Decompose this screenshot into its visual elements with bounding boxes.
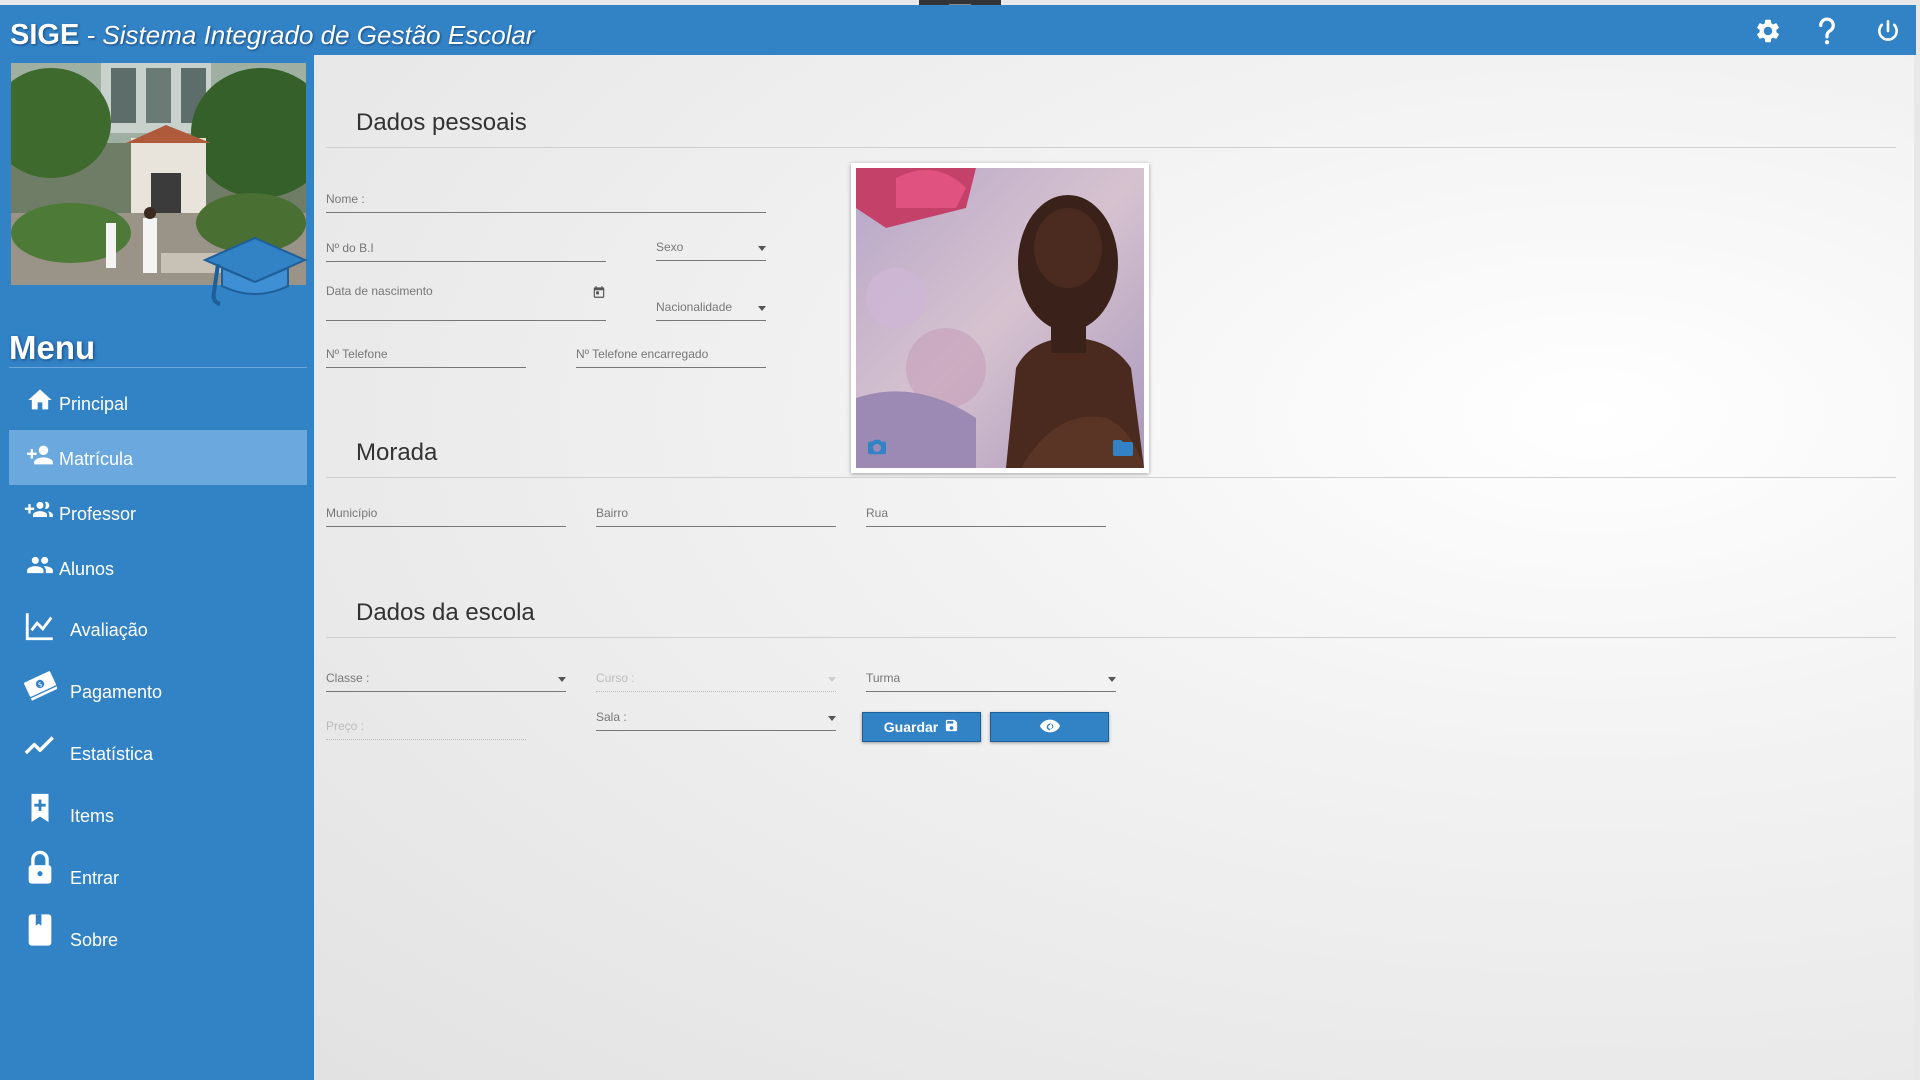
people-icon <box>23 548 57 582</box>
student-photo-card <box>851 163 1149 473</box>
power-icon[interactable] <box>1870 13 1906 49</box>
save-button[interactable]: Guardar <box>862 712 981 742</box>
telefone-label: Nº Telefone <box>326 347 388 361</box>
chevron-down-icon <box>758 246 766 251</box>
sidebar-item-label: Items <box>70 806 115 826</box>
sidebar-item-sobre[interactable]: Sobre <box>9 905 307 960</box>
birthdate-field[interactable]: Data de nascimento <box>326 275 606 321</box>
app-title-separator: - <box>79 20 103 50</box>
telefone-encarregado-field[interactable]: Nº Telefone encarregado <box>576 342 766 368</box>
eye-icon <box>1039 718 1061 737</box>
turma-label: Turma <box>866 671 901 685</box>
bi-field[interactable]: Nº do B.I <box>326 236 606 262</box>
sidebar-item-label: Avaliação <box>70 620 148 640</box>
section-divider <box>326 477 1896 478</box>
curso-label: Curso : <box>596 671 635 685</box>
graduation-cap-icon <box>200 230 310 310</box>
municipio-label: Município <box>326 506 378 520</box>
bookmark-add-icon <box>23 791 57 825</box>
group-add-icon <box>23 493 57 527</box>
section-divider <box>326 637 1896 638</box>
nacionalidade-label: Nacionalidade <box>656 300 733 314</box>
sidebar: Menu Principal Matrícula Professor Aluno… <box>0 55 314 1080</box>
app-frame: SIGE - Sistema Integrado de Gestão Escol… <box>0 5 1916 1080</box>
calendar-icon[interactable] <box>592 285 606 304</box>
sexo-label: Sexo <box>656 240 684 254</box>
trending-up-icon <box>23 729 57 763</box>
app-short-name: SIGE <box>10 19 80 51</box>
sidebar-item-estatistica[interactable]: Estatística <box>9 719 307 774</box>
classe-select[interactable]: Classe : <box>326 666 566 692</box>
bi-label: Nº do B.I <box>326 241 374 255</box>
menu-title: Menu <box>9 329 96 366</box>
chevron-down-icon <box>558 677 566 682</box>
camera-icon[interactable] <box>866 438 888 461</box>
chevron-down-icon <box>828 677 836 682</box>
turma-select[interactable]: Turma <box>866 666 1116 692</box>
telefone-field[interactable]: Nº Telefone <box>326 342 526 368</box>
sidebar-item-label: Principal <box>59 394 129 414</box>
bairro-label: Bairro <box>596 506 629 520</box>
home-icon <box>23 383 57 417</box>
rua-label: Rua <box>866 506 889 520</box>
birthdate-label: Data de nascimento <box>326 284 433 298</box>
sidebar-item-label: Alunos <box>59 559 115 579</box>
sidebar-item-label: Sobre <box>70 930 119 950</box>
curso-select: Curso : <box>596 666 836 692</box>
section-divider <box>326 147 1896 148</box>
chevron-down-icon <box>758 306 766 311</box>
nome-field[interactable]: Nome : <box>326 187 766 213</box>
sidebar-item-entrar[interactable]: Entrar <box>9 843 307 898</box>
book-icon <box>23 913 57 947</box>
sidebar-item-label: Matrícula <box>59 449 134 469</box>
sidebar-item-label: Entrar <box>70 868 120 888</box>
chevron-down-icon <box>828 716 836 721</box>
bairro-field[interactable]: Bairro <box>596 501 836 527</box>
sidebar-item-items[interactable]: Items <box>9 781 307 836</box>
section-title-school: Dados da escola <box>356 599 535 626</box>
rua-field[interactable]: Rua <box>866 501 1106 527</box>
sala-label: Sala : <box>596 710 627 724</box>
app-header: SIGE - Sistema Integrado de Gestão Escol… <box>0 5 1916 55</box>
sidebar-item-matricula[interactable]: Matrícula <box>9 430 307 485</box>
sidebar-item-alunos[interactable]: Alunos <box>9 540 307 595</box>
student-photo <box>856 168 1144 468</box>
sidebar-item-principal[interactable]: Principal <box>9 375 307 430</box>
preco-label: Preço : <box>326 719 365 733</box>
preco-field: Preço : <box>326 714 526 740</box>
preview-button[interactable] <box>990 712 1109 742</box>
telefone-encarregado-label: Nº Telefone encarregado <box>576 347 709 361</box>
sala-select[interactable]: Sala : <box>596 705 836 731</box>
chevron-down-icon <box>1108 677 1116 682</box>
section-title-address: Morada <box>356 439 438 466</box>
section-title-personal: Dados pessoais <box>356 109 527 136</box>
app-long-name: Sistema Integrado de Gestão Escolar <box>102 20 535 50</box>
sidebar-item-avaliacao[interactable]: Avaliação <box>9 595 307 650</box>
menu-divider <box>9 367 307 368</box>
app-window: SIGE - Sistema Integrado de Gestão Escol… <box>0 0 1920 1080</box>
nome-label: Nome : <box>326 192 365 206</box>
chart-icon <box>23 609 57 643</box>
save-button-label: Guardar <box>883 719 939 735</box>
person-add-icon <box>23 438 57 472</box>
app-title: SIGE - Sistema Integrado de Gestão Escol… <box>10 19 535 52</box>
municipio-field[interactable]: Município <box>326 501 566 527</box>
gear-icon[interactable] <box>1750 13 1786 49</box>
help-icon[interactable] <box>1809 13 1845 49</box>
lock-icon <box>23 850 57 885</box>
money-icon: $ <box>23 667 57 701</box>
sidebar-item-professor[interactable]: Professor <box>9 485 307 540</box>
save-icon <box>944 718 959 736</box>
main-content: Dados pessoais Nome : Nº do B.I Sexo Dat… <box>314 55 1914 1080</box>
sidebar-item-pagamento[interactable]: $ Pagamento <box>9 657 307 712</box>
sidebar-item-label: Estatística <box>70 744 154 764</box>
sidebar-item-label: Professor <box>59 504 137 524</box>
sexo-select[interactable]: Sexo <box>656 235 766 261</box>
folder-icon[interactable] <box>1111 438 1135 463</box>
classe-label: Classe : <box>326 671 370 685</box>
sidebar-item-label: Pagamento <box>70 682 163 702</box>
nacionalidade-select[interactable]: Nacionalidade <box>656 295 766 321</box>
